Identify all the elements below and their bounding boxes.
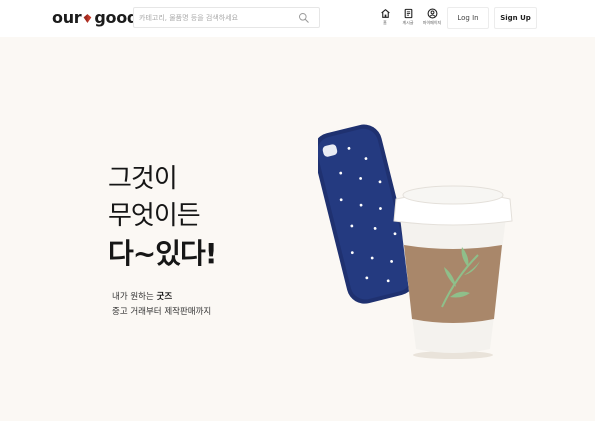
signup-button[interactable]: Sign Up (494, 7, 537, 29)
home-icon (380, 9, 390, 18)
hero-headline: 그것이 무엇이든 다~있다! (108, 161, 218, 272)
subtext-emphasis: 굿즈 (156, 292, 173, 302)
nav-home-label: 홈 (383, 20, 387, 25)
headline-line-2: 무엇이든 (108, 201, 201, 231)
logo-text-our: our (52, 7, 82, 27)
document-icon (404, 8, 412, 19)
login-button[interactable]: Log In (447, 7, 489, 29)
nav-mypage[interactable]: 마이페이지 (421, 8, 443, 30)
nav-mypage-label: 마이페이지 (422, 20, 442, 25)
coffee-cup-illustration (393, 185, 513, 359)
heart-logo-icon (84, 13, 92, 23)
hero-banner: 그것이 무엇이든 다~있다! 내가 원하는 굿즈 중고 거래부터 제작판매까지 (0, 37, 595, 421)
subtext-line-2: 중고 거래부터 제작판매까지 (112, 307, 212, 317)
headline-line-3: 다~있다! (108, 237, 218, 270)
headline-line-1: 그것이 (108, 164, 178, 194)
search-icon[interactable] (298, 12, 310, 24)
subtext-line-1: 내가 원하는 굿즈 (112, 290, 211, 305)
nav-board[interactable]: 게시글 (397, 8, 419, 30)
header: our goods 홈 게시글 (0, 0, 595, 37)
search-bar (133, 7, 320, 28)
search-input[interactable] (139, 11, 289, 25)
hero-product-image (318, 124, 513, 359)
nav-board-label: 게시글 (402, 20, 414, 25)
subtext-prefix: 내가 원하는 (112, 292, 157, 302)
hero-subtext: 내가 원하는 굿즈 중고 거래부터 제작판매까지 (112, 290, 211, 320)
user-circle-icon (427, 8, 437, 19)
nav-home[interactable]: 홈 (374, 8, 396, 30)
